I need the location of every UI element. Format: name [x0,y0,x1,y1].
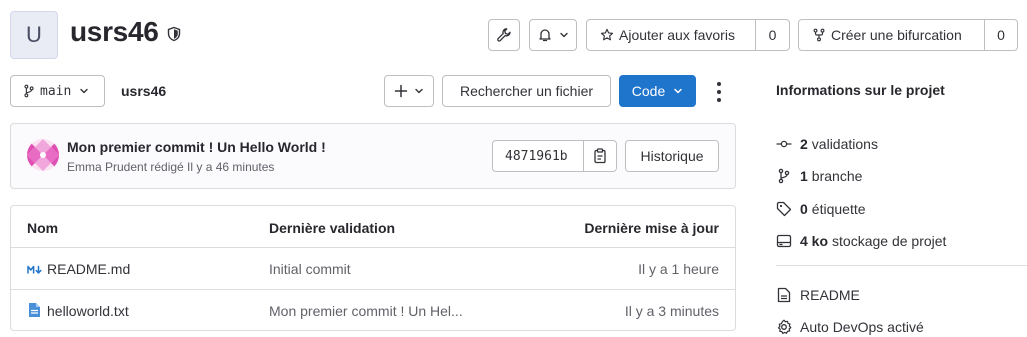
add-dropdown[interactable] [384,75,434,107]
updated-time: Il y a 3 minutes [624,303,719,319]
file-table: Nom Dernière validation Dernière mise à … [10,205,736,331]
stat-commits[interactable]: 2 validations [776,136,878,152]
commit-title[interactable]: Mon premier commit ! Un Hello World ! [67,139,326,155]
commit-message-link[interactable]: Initial commit [269,261,351,277]
copy-sha-button[interactable] [583,141,616,171]
code-button[interactable]: Code [619,75,696,107]
commit-sha-group: 4871961b [492,140,617,172]
fork-icon [812,28,826,42]
file-name-link[interactable]: helloworld.txt [47,303,129,319]
bell-icon [537,27,553,43]
stat-label: stockage de projet [832,233,947,249]
user-avatar[interactable] [27,139,59,171]
storage-icon [776,233,792,249]
favorite-label: Ajouter aux favoris [619,27,735,43]
stat-label: validations [811,136,878,152]
file-name-link[interactable]: README.md [47,261,130,277]
commit-message-link[interactable]: Mon premier commit ! Un Hel... [269,303,463,319]
stat-value: 4 ko [800,233,829,249]
breadcrumb[interactable]: usrs46 [121,83,166,99]
wrench-icon [496,27,512,43]
stat-label: branche [811,168,863,184]
commit-meta: Emma Prudent rédigé Il y a 46 minutes [67,160,275,174]
settings-wrench-button[interactable] [488,19,520,51]
stat-storage[interactable]: 4 ko stockage de projet [776,233,946,249]
branch-name: main [40,83,72,99]
settings-icon [776,319,792,335]
divider [776,265,1027,266]
chevron-down-icon [414,86,424,96]
readme-link[interactable]: README [776,287,860,303]
project-title[interactable]: usrs46 [70,16,159,48]
stat-label: étiquette [811,201,866,217]
chevron-down-icon [79,86,89,96]
star-icon [600,28,614,42]
column-header-last-update: Dernière mise à jour [584,220,719,236]
fork-count[interactable]: 0 [984,20,1017,50]
markdown-icon [27,263,43,279]
readme-icon [776,287,792,303]
project-info-title: Informations sur le projet [776,82,945,98]
branch-icon [23,84,35,98]
notifications-dropdown[interactable] [529,19,577,51]
divider [11,247,735,248]
favorite-button[interactable]: Ajouter aux favoris 0 [586,19,790,51]
link-label: Auto DevOps activé [800,319,924,335]
divider [11,289,735,290]
chevron-down-icon [559,30,569,40]
clipboard-icon [593,148,607,164]
auto-devops-link[interactable]: Auto DevOps activé [776,319,924,335]
stat-value: 0 [800,201,808,217]
plus-icon [394,84,408,98]
project-avatar[interactable]: U [10,11,58,59]
text-file-icon [28,302,41,321]
column-header-last-commit: Dernière validation [269,220,396,236]
favorite-count[interactable]: 0 [755,20,789,50]
fork-label: Créer une bifurcation [831,27,962,43]
kebab-icon [717,82,721,102]
branch-icon [776,168,792,184]
commit-icon [776,136,792,152]
find-file-button[interactable]: Rechercher un fichier [442,75,611,107]
tag-icon [776,201,792,217]
column-header-name: Nom [27,220,59,236]
more-actions-button[interactable] [710,79,728,103]
stat-branches[interactable]: 1 branche [776,168,862,184]
fork-button[interactable]: Créer une bifurcation 0 [798,19,1018,51]
stat-value: 2 [800,136,808,152]
branch-selector[interactable]: main [10,75,105,107]
commit-sha[interactable]: 4871961b [505,149,568,164]
link-label: README [800,287,860,303]
history-button[interactable]: Historique [625,140,719,172]
shield-icon [166,26,182,42]
code-label: Code [631,83,666,99]
updated-time: Il y a 1 heure [638,261,719,277]
chevron-down-icon [673,83,683,99]
stat-tags[interactable]: 0 étiquette [776,201,866,217]
stat-value: 1 [800,168,808,184]
